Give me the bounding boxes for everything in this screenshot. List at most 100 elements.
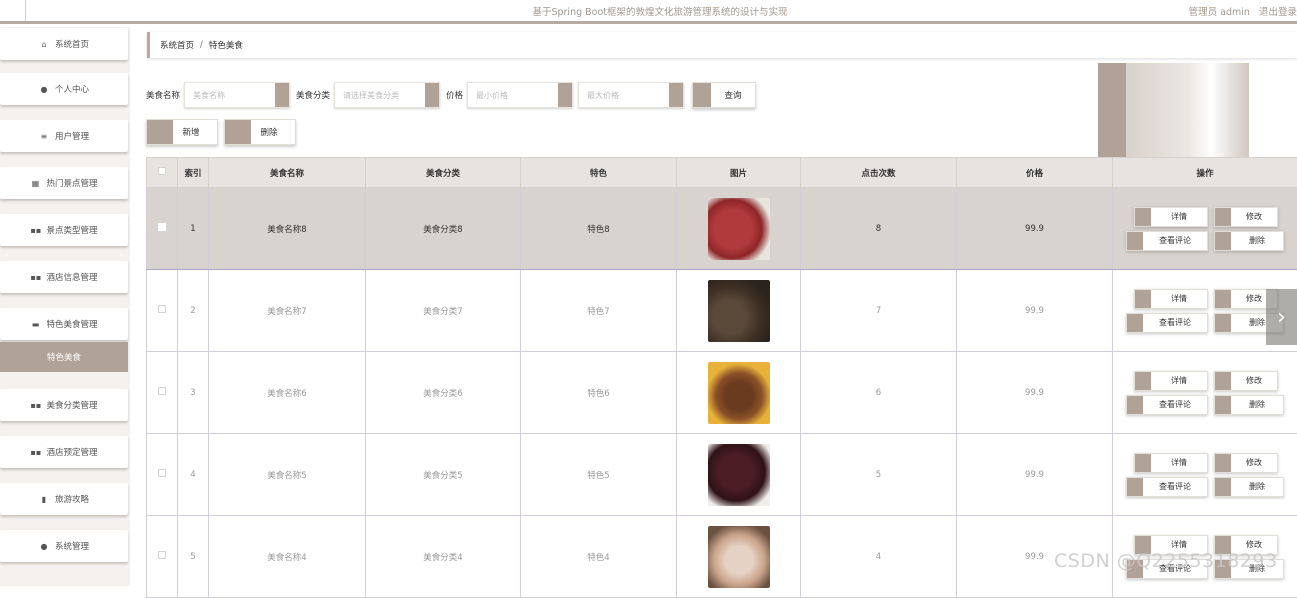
sidebar-item-label: 个人中心 — [55, 83, 89, 95]
breadcrumb-separator: / — [200, 40, 203, 50]
breadcrumb: 系统首页 / 特色美食 — [147, 32, 1297, 58]
batch-delete-button[interactable]: 删除 — [224, 119, 296, 145]
clipboard-icon: ▮ — [39, 495, 49, 504]
sidebar-item-food-category[interactable]: ▪▪美食分类管理 — [0, 389, 128, 421]
cell-clicks: 5 — [801, 434, 957, 516]
cell-category: 美食分类6 — [366, 352, 521, 434]
view-comments-button[interactable]: 查看评论 — [1126, 231, 1208, 251]
cell-feature: 特色6 — [521, 352, 677, 434]
sidebar-item-hotel-info[interactable]: ▪▪酒店信息管理 — [0, 261, 128, 293]
edit-button[interactable]: 修改 — [1214, 207, 1278, 227]
column-header[interactable]: 美食名称 — [209, 158, 366, 188]
cell-feature: 特色8 — [521, 188, 677, 270]
select-all-cell[interactable] — [147, 158, 178, 188]
cell-feature: 特色5 — [521, 434, 677, 516]
grid-icon: ▦ — [30, 179, 40, 188]
column-header: 操作 — [1113, 158, 1297, 188]
cell-category: 美食分类8 — [366, 188, 521, 270]
column-header[interactable]: 美食分类 — [366, 158, 521, 188]
row-checkbox[interactable] — [158, 387, 166, 395]
view-comments-button[interactable]: 查看评论 — [1126, 313, 1208, 333]
add-button[interactable]: 新增 — [146, 119, 218, 145]
chevron-right-icon[interactable]: › — [1266, 289, 1297, 345]
price-label: 价格 — [446, 89, 463, 101]
column-header[interactable]: 索引 — [178, 158, 209, 188]
logout-link[interactable]: 退出登录 — [1259, 7, 1297, 18]
detail-button[interactable]: 详情 — [1134, 371, 1208, 391]
briefcase-icon: ▬ — [30, 320, 40, 329]
food-table: 索引 美食名称 美食分类 特色 图片 点击次数 价格 操作 1 美食名称8 美食… — [146, 157, 1297, 598]
column-header[interactable]: 特色 — [521, 158, 677, 188]
cell-index: 5 — [178, 516, 209, 598]
sidebar-item-label: 特色美食管理 — [46, 318, 97, 330]
food-category-label: 美食分类 — [296, 89, 330, 101]
logo — [0, 0, 26, 21]
detail-button[interactable]: 详情 — [1134, 453, 1208, 473]
cell-index: 1 — [178, 188, 209, 270]
cell-feature: 特色7 — [521, 270, 677, 352]
cell-index: 3 — [178, 352, 209, 434]
delete-button[interactable]: 删除 — [1214, 477, 1284, 497]
table-row[interactable]: 3 美食名称6 美食分类6 特色6 6 99.9 详情 修改 查看评论 删除 — [147, 352, 1297, 434]
sidebar: ⌂系统首页 ●个人中心 ≡用户管理 ▦ 热门景点管理 ▪▪景点类型管理 ▪▪酒店信… — [0, 27, 130, 586]
view-comments-button[interactable]: 查看评论 — [1126, 477, 1208, 497]
cell-name: 美食名称5 — [209, 434, 366, 516]
cell-index: 4 — [178, 434, 209, 516]
sidebar-item-label: 热门景点管理 — [46, 177, 97, 189]
sidebar-item-label: 系统首页 — [55, 38, 89, 50]
min-price-input[interactable]: 最小价格 — [467, 82, 573, 108]
breadcrumb-home[interactable]: 系统首页 — [160, 39, 194, 51]
sidebar-item-label: 美食分类管理 — [46, 399, 97, 411]
food-name-input[interactable]: 美食名称 — [184, 82, 290, 108]
cell-category: 美食分类7 — [366, 270, 521, 352]
column-header[interactable]: 价格 — [957, 158, 1113, 188]
table-row[interactable]: 1 美食名称8 美食分类8 特色8 8 99.9 详情 修改 查看评论 删除 — [147, 188, 1297, 270]
sidebar-item-home[interactable]: ⌂系统首页 — [0, 28, 128, 60]
food-image[interactable] — [708, 362, 770, 424]
cell-name: 美食名称4 — [209, 516, 366, 598]
sidebar-item-personal-center[interactable]: ●个人中心 — [0, 73, 128, 105]
detail-button[interactable]: 详情 — [1134, 289, 1208, 309]
row-checkbox[interactable] — [158, 305, 166, 313]
cell-category: 美食分类5 — [366, 434, 521, 516]
apps-icon: ▪▪ — [30, 448, 40, 457]
sidebar-item-user-management[interactable]: ≡用户管理 — [0, 120, 128, 152]
sliders-icon: ≡ — [39, 132, 49, 141]
sidebar-item-food-management[interactable]: ▬ 特色美食管理 — [0, 308, 128, 340]
row-checkbox[interactable] — [158, 223, 166, 231]
food-category-select[interactable]: 请选择美食分类 — [334, 82, 440, 108]
user-area: 管理员 admin 退出登录 — [1183, 4, 1297, 18]
table-row[interactable]: 4 美食名称5 美食分类5 特色5 5 99.9 详情 修改 查看评论 删除 — [147, 434, 1297, 516]
sidebar-item-label: 酒店预定管理 — [46, 446, 97, 458]
top-header: 基于Spring Boot框架的敦煌文化旅游管理系统的设计与实现 管理员 adm… — [0, 0, 1297, 24]
delete-button[interactable]: 删除 — [1214, 395, 1284, 415]
food-image[interactable] — [708, 198, 770, 260]
edit-button[interactable]: 修改 — [1214, 371, 1278, 391]
sidebar-item-system[interactable]: ●系统管理 — [0, 530, 128, 562]
sidebar-item-hotel-booking[interactable]: ▪▪ 酒店预定管理 — [0, 436, 128, 468]
food-image[interactable] — [708, 444, 770, 506]
cell-category: 美食分类4 — [366, 516, 521, 598]
edit-button[interactable]: 修改 — [1214, 453, 1278, 473]
max-price-input[interactable]: 最大价格 — [578, 82, 684, 108]
column-header[interactable]: 点击次数 — [801, 158, 957, 188]
cell-name: 美食名称8 — [209, 188, 366, 270]
cell-index: 2 — [178, 270, 209, 352]
food-image[interactable] — [708, 280, 770, 342]
action-bar: 新增 删除 — [146, 119, 296, 145]
select-all-checkbox[interactable] — [158, 167, 166, 175]
cell-price: 99.9 — [957, 434, 1113, 516]
column-header: 图片 — [677, 158, 801, 188]
table-row[interactable]: 2 美食名称7 美食分类7 特色7 7 99.9 详情 修改 查看评论 删除 — [147, 270, 1297, 352]
food-image[interactable] — [708, 526, 770, 588]
sidebar-subitem-special-food[interactable]: 特色美食 — [0, 342, 128, 372]
sidebar-item-hot-spots[interactable]: ▦ 热门景点管理 — [0, 167, 128, 199]
delete-button[interactable]: 删除 — [1214, 231, 1284, 251]
view-comments-button[interactable]: 查看评论 — [1126, 395, 1208, 415]
detail-button[interactable]: 详情 — [1134, 207, 1208, 227]
row-checkbox[interactable] — [158, 469, 166, 477]
query-button[interactable]: 查询 — [692, 82, 756, 108]
sidebar-item-spot-types[interactable]: ▪▪景点类型管理 — [0, 214, 128, 246]
row-checkbox[interactable] — [158, 551, 166, 559]
sidebar-item-travel-guide[interactable]: ▮旅游攻略 — [0, 483, 128, 515]
